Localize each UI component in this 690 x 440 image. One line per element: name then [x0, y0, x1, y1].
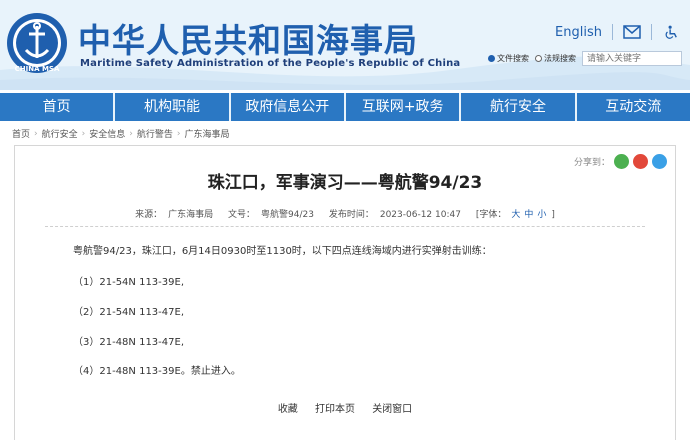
date-value: 2023-06-12 10:47: [379, 210, 461, 220]
qq-icon[interactable]: [652, 154, 667, 169]
share-bar: 分享到：: [574, 154, 667, 169]
breadcrumb-separator: ›: [81, 128, 86, 139]
point-1: （1）21-54N 113-39E,: [73, 277, 184, 288]
article-intro: 粤航警94/23，珠江口，6月14日0930时至1130时，以下四点连线海域内进…: [73, 246, 492, 257]
nav-item-interaction[interactable]: 互动交流: [577, 93, 690, 121]
english-link[interactable]: English: [555, 25, 602, 40]
share-label: 分享到：: [573, 158, 610, 168]
radio-dot-selected: [488, 55, 495, 62]
radio-law-search[interactable]: 法规搜索: [535, 53, 576, 64]
search-row: 文件搜索 法规搜索: [488, 51, 682, 66]
font-size-small[interactable]: 小: [537, 210, 546, 220]
font-size-label: [字体：: [475, 210, 507, 220]
breadcrumb-safety-info[interactable]: 安全信息: [89, 127, 125, 140]
nav-item-home[interactable]: 首页: [0, 93, 116, 121]
point-4: （4）21-48N 113-39E。禁止进入。: [73, 366, 241, 377]
nav-item-org[interactable]: 机构职能: [115, 93, 231, 121]
breadcrumb-nav-safety[interactable]: 航行安全: [42, 127, 78, 140]
mail-icon[interactable]: [623, 25, 641, 39]
article-title: 珠江口，军事演习——粤航警94/23: [207, 173, 483, 193]
doc-value: 粤航警94/23: [261, 210, 314, 220]
site-subtitle: Maritime Safety Administration of the Pe…: [80, 58, 461, 69]
search-input[interactable]: [582, 51, 682, 66]
article-actions: 收藏 打印本页 关闭窗口: [15, 400, 675, 415]
top-links: English: [555, 24, 680, 40]
radio-label: 文件搜索: [497, 54, 529, 63]
wechat-icon[interactable]: [614, 154, 629, 169]
breadcrumb-home[interactable]: 首页: [12, 127, 30, 140]
weibo-icon[interactable]: [633, 154, 648, 169]
breadcrumb-separator: ›: [34, 128, 38, 139]
collect-link[interactable]: 收藏: [278, 404, 298, 415]
breadcrumb-separator: ›: [176, 128, 181, 139]
font-size-large[interactable]: 大: [511, 210, 520, 220]
site-header: CHINA MSA 中华人民共和国海事局 Maritime Safety Adm…: [0, 0, 690, 90]
font-size-medium[interactable]: 中: [524, 210, 533, 220]
site-title: 中华人民共和国海事局: [78, 21, 418, 60]
radio-file-search[interactable]: 文件搜索: [488, 53, 529, 64]
nav-item-gov-info[interactable]: 政府信息公开: [231, 93, 346, 121]
point-2: （2）21-54N 113-47E,: [73, 307, 184, 318]
font-size-end: ]: [551, 210, 555, 220]
nav-item-internet-gov[interactable]: 互联网+政务: [346, 93, 462, 121]
breadcrumb-nav-warning[interactable]: 航行警告: [137, 127, 173, 140]
article-panel: 分享到： 珠江口，军事演习——粤航警94/23 来源： 广东海事局 文号： 粤航警9…: [14, 145, 676, 440]
date-label: 发布时间：: [328, 210, 374, 220]
article-meta: 来源： 广东海事局 文号： 粤航警94/23 发布时间： 2023-06-12 10:…: [15, 207, 675, 220]
main-nav: 首页 机构职能 政府信息公开 互联网+政务 航行安全 互动交流: [0, 93, 690, 121]
doc-label: 文号：: [228, 210, 256, 220]
print-link[interactable]: 打印本页: [315, 404, 355, 415]
divider: [612, 24, 613, 40]
svg-text:CHINA MSA: CHINA MSA: [15, 65, 60, 73]
nav-item-nav-safety[interactable]: 航行安全: [461, 93, 577, 121]
breadcrumb: 首页 › 航行安全 › 安全信息 › 航行警告 › 广东海事局: [12, 127, 230, 141]
close-window-link[interactable]: 关闭窗口: [372, 404, 412, 415]
point-3: （3）21-48N 113-47E,: [73, 337, 184, 348]
radio-dot: [535, 55, 542, 62]
breadcrumb-separator: ›: [129, 128, 133, 139]
msa-logo: CHINA MSA: [7, 13, 67, 73]
radio-label: 法规搜索: [544, 54, 576, 63]
source-label: 来源：: [135, 210, 163, 220]
wheelchair-icon[interactable]: [662, 25, 680, 39]
meta-divider: [45, 226, 645, 227]
source-value: 广东海事局: [168, 210, 214, 220]
breadcrumb-guangdong[interactable]: 广东海事局: [185, 127, 230, 140]
divider: [651, 24, 652, 40]
